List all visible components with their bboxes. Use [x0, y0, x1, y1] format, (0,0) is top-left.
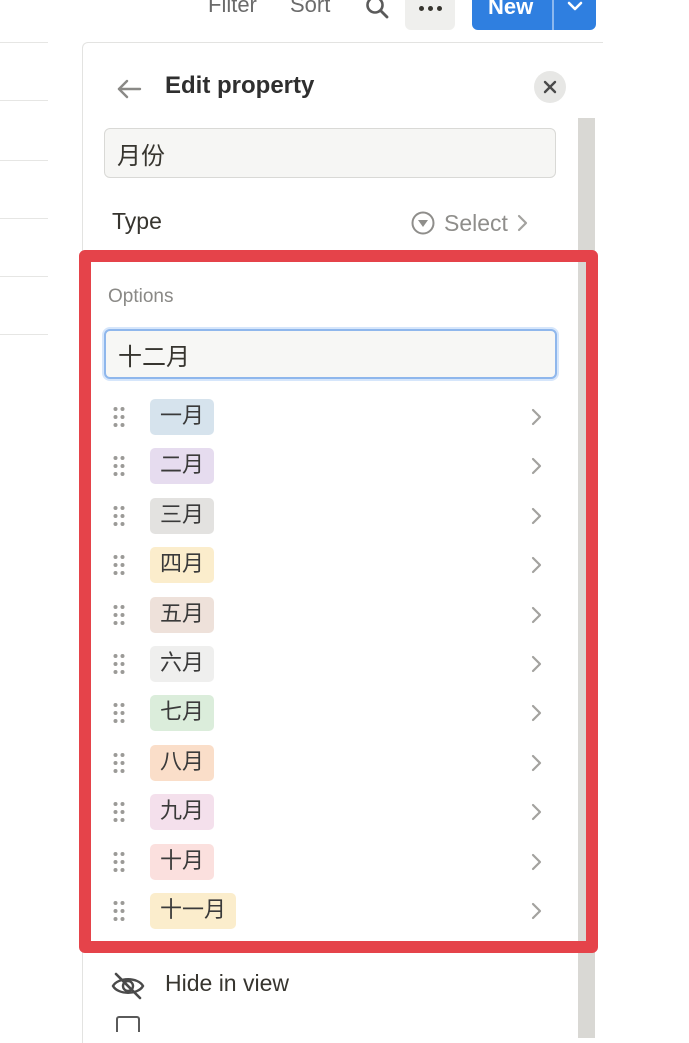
drag-handle-icon[interactable]: [112, 850, 126, 874]
option-tag: 三月: [150, 497, 215, 534]
option-tag: 九月: [150, 794, 215, 831]
property-name-input[interactable]: [104, 128, 556, 178]
table-row-divider: [0, 218, 48, 219]
chevron-right-icon[interactable]: [530, 753, 544, 773]
eye-slash-icon: [111, 972, 145, 1000]
chevron-right-icon[interactable]: [530, 555, 544, 575]
option-tag: 二月: [150, 448, 215, 485]
more-dot-icon: [427, 5, 433, 11]
chevron-right-icon[interactable]: [530, 901, 544, 921]
table-row-divider: [0, 160, 48, 161]
option-row[interactable]: 七月: [106, 693, 556, 733]
more-options-button[interactable]: [405, 0, 455, 30]
menu-item-icon: [116, 1016, 140, 1032]
type-label: Type: [112, 208, 162, 234]
option-tag: 十月: [150, 843, 215, 880]
chevron-right-icon[interactable]: [530, 407, 544, 427]
option-row[interactable]: 十月: [106, 842, 556, 882]
scrollbar[interactable]: [578, 118, 595, 1038]
close-button[interactable]: [534, 71, 566, 103]
table-row-divider: [0, 100, 48, 101]
chevron-right-icon[interactable]: [530, 703, 544, 723]
option-tag: 六月: [150, 646, 215, 682]
filter-button[interactable]: Filter: [208, 0, 257, 18]
chevron-right-icon[interactable]: [530, 654, 544, 674]
option-tag: 五月: [150, 596, 215, 633]
option-tag: 八月: [150, 744, 215, 781]
more-dot-icon: [418, 5, 424, 11]
close-icon: [543, 80, 557, 94]
option-tag: 七月: [150, 695, 215, 732]
drag-handle-icon[interactable]: [112, 751, 126, 775]
option-row[interactable]: 十一月: [106, 891, 556, 931]
drag-handle-icon[interactable]: [112, 701, 126, 725]
option-tag: 十一月: [150, 893, 237, 929]
drag-handle-icon[interactable]: [112, 652, 126, 676]
option-row[interactable]: 八月: [106, 743, 556, 783]
more-dot-icon: [436, 5, 442, 11]
options-section-label: Options: [108, 286, 174, 307]
drag-handle-icon[interactable]: [112, 800, 126, 824]
drag-handle-icon[interactable]: [112, 504, 126, 528]
table-row-divider: [0, 334, 48, 335]
drag-handle-icon[interactable]: [112, 405, 126, 429]
drag-handle-icon[interactable]: [112, 603, 126, 627]
chevron-right-icon[interactable]: [530, 852, 544, 872]
option-row[interactable]: 四月: [106, 545, 556, 585]
chevron-right-icon[interactable]: [530, 802, 544, 822]
option-row[interactable]: 六月: [106, 644, 556, 684]
option-row[interactable]: 二月: [106, 446, 556, 486]
new-option-input[interactable]: [104, 329, 557, 379]
search-icon[interactable]: [364, 0, 390, 20]
chevron-right-icon[interactable]: [530, 456, 544, 476]
type-value: Select: [444, 209, 508, 236]
option-row[interactable]: 一月: [106, 397, 556, 437]
new-button[interactable]: New: [472, 0, 596, 30]
chevron-right-icon[interactable]: [530, 506, 544, 526]
table-row-divider: [0, 42, 48, 43]
chevron-right-icon[interactable]: [530, 605, 544, 625]
drag-handle-icon[interactable]: [112, 899, 126, 923]
option-row[interactable]: 九月: [106, 792, 556, 832]
sort-button[interactable]: Sort: [290, 0, 330, 18]
panel-title: Edit property: [165, 72, 315, 99]
new-button-divider: [552, 0, 554, 30]
new-button-label: New: [488, 0, 534, 19]
select-type-icon: [411, 211, 435, 235]
option-row[interactable]: 三月: [106, 496, 556, 536]
option-tag: 一月: [150, 399, 215, 435]
drag-handle-icon[interactable]: [112, 454, 126, 478]
back-arrow-icon[interactable]: [114, 74, 144, 104]
type-selector[interactable]: Select: [410, 208, 530, 238]
chevron-down-icon[interactable]: [564, 0, 586, 14]
hide-in-view-option[interactable]: Hide in view: [165, 970, 289, 997]
table-row-divider: [0, 276, 48, 277]
option-row[interactable]: 五月: [106, 595, 556, 635]
option-tag: 四月: [150, 547, 215, 584]
chevron-right-icon: [517, 214, 528, 232]
drag-handle-icon[interactable]: [112, 553, 126, 577]
